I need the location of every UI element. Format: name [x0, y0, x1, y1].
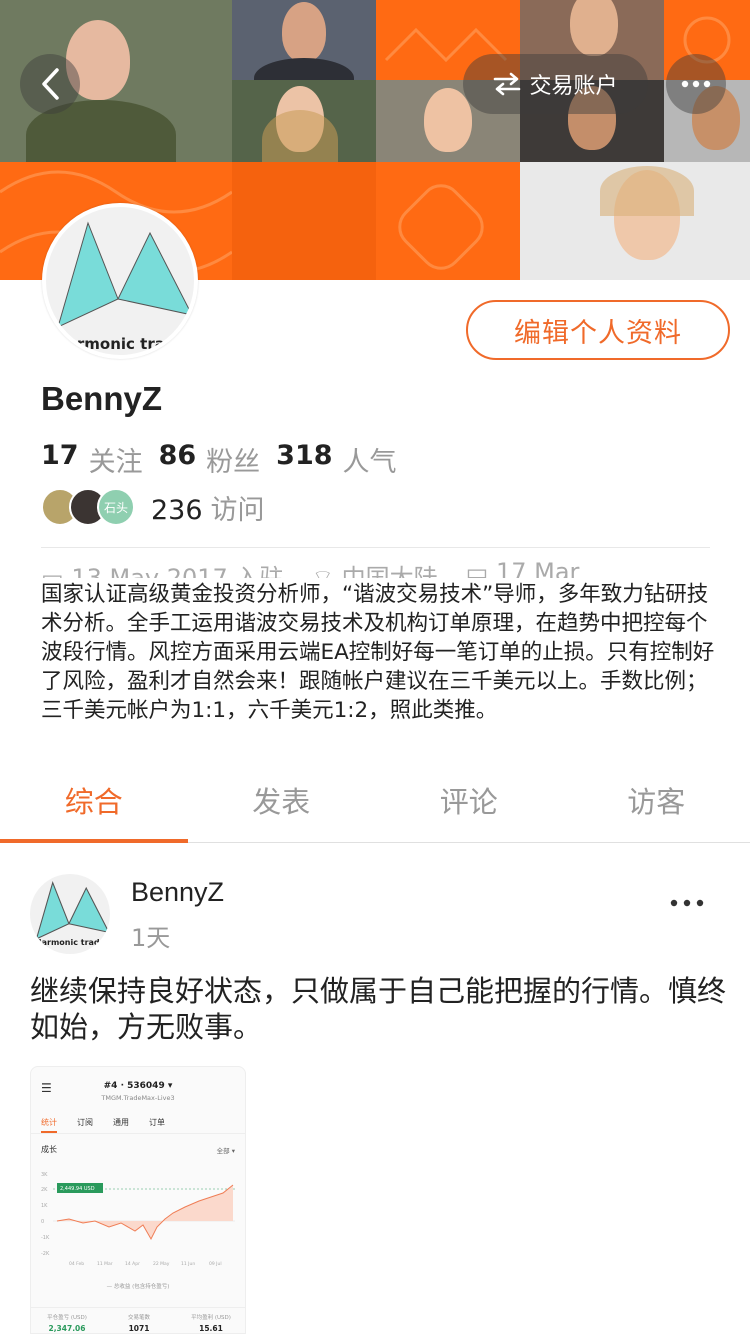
more-dots-icon [681, 80, 711, 88]
calendar-icon: ▭ [41, 564, 72, 578]
image-y-tick: 3K [41, 1172, 48, 1178]
location-icon: ⌔ [311, 564, 342, 578]
image-stat-label: 平仓盈亏 (USD) [47, 1315, 87, 1321]
post-image[interactable]: ☰ #4 · 536049 ▾ TMGM.TradeMax-Live3 统计 订… [30, 1066, 246, 1334]
image-range-label: 全部 ▾ [216, 1147, 235, 1155]
tab-visitors[interactable]: 访客 [563, 770, 750, 842]
image-tab: 订单 [149, 1118, 165, 1127]
image-stat-label: 交易笔数 [127, 1315, 150, 1321]
post-author-avatar[interactable]: Harmonic trade [30, 874, 110, 954]
post-body: 继续保持良好状态，只做属于自己能把握的行情。慎终如始，方无败事。 [30, 974, 727, 1044]
image-stat-value: 1071 [128, 1324, 150, 1333]
visits-label: 访问 [210, 494, 265, 526]
profile-tabs: 综合 发表 评论 访客 [0, 770, 750, 843]
image-tab: 订阅 [77, 1118, 93, 1127]
back-button[interactable] [20, 54, 80, 114]
image-stat-value: 15.61 [199, 1324, 223, 1333]
following-count[interactable]: 17 [41, 440, 79, 479]
cover-photo-2 [232, 0, 376, 80]
cover-pattern-5 [376, 162, 520, 280]
image-legend: — 总收益 (包含持仓盈亏) [106, 1284, 170, 1290]
image-y-tick: -2K [41, 1251, 50, 1257]
post-more-button[interactable] [670, 880, 704, 915]
image-x-tick: 22 May [153, 1261, 170, 1267]
edit-profile-button[interactable]: 编辑个人资料 [466, 300, 730, 360]
image-x-tick: 04 Feb [69, 1261, 84, 1267]
image-y-tick: 2K [41, 1187, 48, 1193]
cover-pattern-4 [232, 162, 376, 280]
image-growth-chart: 3K 2K 1K 0 -1K -2K 2,449.94 USD 04 Feb 1… [41, 1172, 235, 1267]
popularity-label: 人气 [342, 447, 397, 478]
trading-account-button[interactable]: 交易账户 [463, 54, 648, 114]
image-server: TMGM.TradeMax-Live3 [101, 1094, 175, 1102]
recent-visitors[interactable]: 石头 236 访问 [41, 487, 265, 527]
avatar-logo-text: Harmonic trade [34, 938, 106, 947]
more-dots-icon [670, 899, 704, 907]
image-y-tick: 0 [41, 1219, 44, 1225]
tab-overview[interactable]: 综合 [0, 770, 188, 843]
image-x-tick: 14 Apr [125, 1261, 140, 1267]
image-stat-label: 平均盈利 (USD) [191, 1315, 231, 1321]
image-y-tick: 1K [41, 1203, 48, 1209]
image-y-tick: -1K [41, 1235, 50, 1241]
clock-icon: ▭ [465, 558, 496, 578]
image-stat-value: 2,347.06 [48, 1324, 86, 1333]
popularity-count: 318 [276, 440, 333, 471]
image-tab: 通用 [113, 1118, 129, 1127]
last-active-info: ▭ 17 Mar [466, 558, 580, 578]
image-tabs: 统计 订阅 通用 订单 [31, 1113, 245, 1134]
image-stats: 平仓盈亏 (USD) 2,347.06 交易笔数 1071 平均盈利 (USD)… [31, 1307, 245, 1333]
profile-meta: ▭ 13 May 2017 入驻 ⌔ 中国大陆 ▭ 17 Mar [41, 547, 710, 578]
post-time: 1天 [131, 924, 171, 952]
last-active-text: 17 Mar [495, 558, 580, 578]
joined-info: ▭ 13 May 2017 入驻 [41, 558, 283, 578]
visits-count: 236 [151, 494, 203, 526]
location-info: ⌔ 中国大陆 [311, 558, 437, 578]
image-x-tick: 09 Jul [209, 1261, 222, 1267]
profile-bio: 国家认证高级黄金投资分析师，“谐波交易技术”导师，多年致力钻研技术分析。全手工运… [41, 582, 715, 723]
avatar-logo-text: Harmonic trade [54, 335, 186, 353]
following-label[interactable]: 关注 [89, 440, 143, 479]
profile-stats: 17 关注 86 粉丝 318 人气 [41, 440, 403, 479]
visitor-avatar: 石头 [97, 488, 135, 526]
cover-photo-4 [232, 80, 376, 162]
more-options-button[interactable] [666, 54, 726, 114]
location-text: 中国大陆 [341, 564, 438, 578]
image-growth-label: 成长 [41, 1145, 57, 1154]
trading-account-label: 交易账户 [529, 74, 618, 99]
harmonic-logo-icon [57, 221, 193, 328]
followers-label[interactable]: 粉丝 [206, 440, 260, 479]
followers-count[interactable]: 86 [159, 440, 197, 479]
joined-date: 13 May 2017 入驻 [71, 564, 284, 578]
image-x-tick: 11 Mar [97, 1261, 113, 1267]
profile-avatar[interactable]: Harmonic trade [42, 203, 198, 359]
tab-posts[interactable]: 发表 [188, 770, 376, 842]
image-tab: 统计 [41, 1117, 57, 1133]
image-chart-badge: 2,449.94 USD [60, 1186, 95, 1192]
tab-comments[interactable]: 评论 [375, 770, 563, 842]
cover-photo-8 [520, 162, 750, 280]
profile-username: BennyZ [41, 380, 163, 417]
switch-arrows-icon [494, 72, 521, 96]
visitor-avatar-text: 石头 [103, 500, 128, 515]
chevron-left-icon [42, 68, 59, 100]
image-account-title: #4 · 536049 ▾ [103, 1081, 173, 1091]
post-author-name[interactable]: BennyZ [131, 877, 224, 908]
image-x-tick: 11 Jun [181, 1261, 195, 1267]
